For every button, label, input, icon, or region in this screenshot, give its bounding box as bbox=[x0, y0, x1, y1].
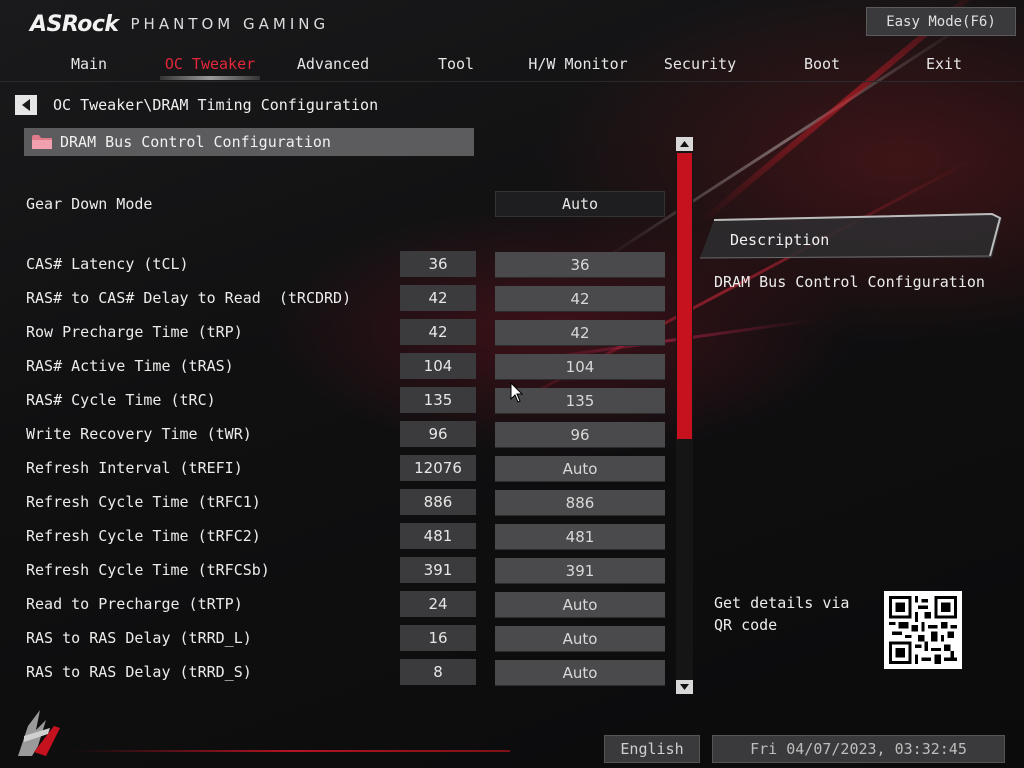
setting-field[interactable]: 481 bbox=[495, 524, 665, 550]
tab-main[interactable]: Main bbox=[29, 48, 149, 80]
section-dram-bus-control[interactable]: DRAM Bus Control Configuration bbox=[24, 128, 474, 156]
tab-hw-monitor[interactable]: H/W Monitor bbox=[518, 48, 638, 80]
setting-field[interactable]: Auto bbox=[495, 660, 665, 686]
row-label: Refresh Cycle Time (tRFC1) bbox=[26, 493, 261, 511]
row-label: Refresh Interval (tREFI) bbox=[26, 459, 243, 477]
current-value: 12076 bbox=[400, 455, 476, 481]
setting-field[interactable]: 42 bbox=[495, 320, 665, 346]
section-label: DRAM Bus Control Configuration bbox=[60, 133, 331, 151]
setting-field[interactable]: Auto bbox=[495, 626, 665, 652]
tab-boot[interactable]: Boot bbox=[762, 48, 882, 80]
row-label: Write Recovery Time (tWR) bbox=[26, 425, 252, 443]
qr-code bbox=[884, 591, 962, 669]
scrollbar-thumb[interactable] bbox=[677, 153, 692, 439]
current-value: 886 bbox=[400, 489, 476, 515]
setting-field[interactable]: 42 bbox=[495, 286, 665, 312]
chevron-down-icon bbox=[680, 684, 689, 690]
scroll-up-button[interactable] bbox=[676, 137, 693, 151]
current-value: 16 bbox=[400, 625, 476, 651]
current-value: 36 bbox=[400, 251, 476, 277]
brand-subtitle: PHANTOM GAMING bbox=[130, 15, 330, 33]
row-label: RAS to RAS Delay (tRRD_L) bbox=[26, 629, 252, 647]
gear-down-mode-label: Gear Down Mode bbox=[26, 195, 153, 213]
current-value: 96 bbox=[400, 421, 476, 447]
row-label: RAS to RAS Delay (tRRD_S) bbox=[26, 663, 252, 681]
row-label: Row Precharge Time (tRP) bbox=[26, 323, 243, 341]
current-value: 135 bbox=[400, 387, 476, 413]
row-label: CAS# Latency (tCL) bbox=[26, 255, 189, 273]
scrollbar[interactable] bbox=[676, 137, 693, 694]
active-tab-indicator bbox=[160, 76, 260, 80]
row-label: Refresh Cycle Time (tRFC2) bbox=[26, 527, 261, 545]
back-button[interactable] bbox=[15, 95, 37, 115]
tab-security[interactable]: Security bbox=[640, 48, 760, 80]
current-value: 42 bbox=[400, 319, 476, 345]
current-value: 481 bbox=[400, 523, 476, 549]
current-value: 391 bbox=[400, 557, 476, 583]
brand-logo: ASRock PHANTOM GAMING bbox=[30, 11, 330, 37]
setting-field[interactable]: 104 bbox=[495, 354, 665, 380]
setting-field[interactable]: 391 bbox=[495, 558, 665, 584]
tab-advanced[interactable]: Advanced bbox=[273, 48, 393, 80]
current-value: 24 bbox=[400, 591, 476, 617]
qr-code-icon bbox=[889, 596, 957, 664]
easy-mode-button[interactable]: Easy Mode(F6) bbox=[866, 7, 1016, 36]
tab-tool[interactable]: Tool bbox=[396, 48, 516, 80]
folder-icon bbox=[32, 135, 52, 149]
row-label: RAS# to CAS# Delay to Read (tRCDRD) bbox=[26, 289, 352, 307]
scroll-down-button[interactable] bbox=[676, 680, 693, 694]
description-header: Description bbox=[700, 212, 1002, 260]
gear-down-mode-select[interactable]: Auto bbox=[495, 191, 665, 217]
qr-caption: Get details via QR code bbox=[714, 594, 850, 634]
setting-field[interactable]: 36 bbox=[495, 252, 665, 278]
setting-field[interactable]: 96 bbox=[495, 422, 665, 448]
row-label: Read to Precharge (tRTP) bbox=[26, 595, 243, 613]
current-value: 8 bbox=[400, 659, 476, 685]
main-nav: Main OC Tweaker Advanced Tool H/W Monito… bbox=[0, 48, 1024, 80]
back-arrow-icon bbox=[22, 99, 30, 111]
setting-field[interactable]: Auto bbox=[495, 456, 665, 482]
setting-field[interactable]: 886 bbox=[495, 490, 665, 516]
row-label: RAS# Active Time (tRAS) bbox=[26, 357, 234, 375]
phantom-gaming-logo bbox=[18, 710, 60, 756]
footer-accent-line bbox=[70, 750, 510, 752]
description-title: Description bbox=[730, 231, 830, 249]
mouse-cursor-icon bbox=[510, 382, 524, 403]
description-text: DRAM Bus Control Configuration bbox=[714, 273, 985, 291]
row-label: RAS# Cycle Time (tRC) bbox=[26, 391, 216, 409]
nav-divider bbox=[0, 81, 1024, 82]
chevron-up-icon bbox=[680, 141, 689, 147]
current-value: 42 bbox=[400, 285, 476, 311]
row-label: Refresh Cycle Time (tRFCSb) bbox=[26, 561, 270, 579]
setting-field[interactable]: Auto bbox=[495, 592, 665, 618]
language-button[interactable]: English bbox=[604, 735, 700, 763]
breadcrumb: OC Tweaker\DRAM Timing Configuration bbox=[53, 96, 379, 114]
current-value: 104 bbox=[400, 353, 476, 379]
brand-name: ASRock bbox=[30, 11, 119, 37]
datetime-display: Fri 04/07/2023, 03:32:45 bbox=[712, 735, 1005, 763]
tab-exit[interactable]: Exit bbox=[884, 48, 1004, 80]
